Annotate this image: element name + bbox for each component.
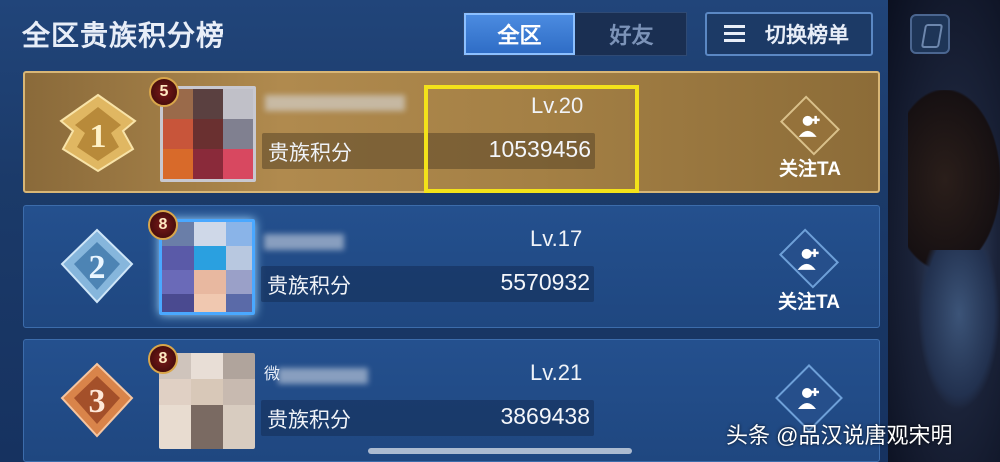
hero-background-art — [888, 0, 1000, 462]
score-label: 贵族积分 — [267, 275, 351, 298]
score-bar: 贵族积分 5570932 — [261, 266, 594, 302]
watermark-text: 头条 @品汉说唐观宋明 — [726, 423, 953, 448]
leaderboard-row-2[interactable]: 2 8 Lv.17 贵族积分 5570932 关注TA — [23, 205, 880, 328]
rank-3-icon: 3 — [52, 358, 142, 442]
follow-label: 关注TA — [778, 292, 840, 313]
player-name: 微 — [264, 366, 281, 383]
tab-friends[interactable]: 好友 — [576, 13, 687, 55]
scope-tabs: 全区 好友 — [463, 12, 687, 56]
rank-1-icon: 1 — [53, 91, 143, 175]
leaderboard-screen: 全区贵族积分榜 全区 好友 切换榜单 1 5 Lv.20 贵族积分 105394… — [0, 0, 1000, 462]
card-icon-button[interactable] — [910, 14, 950, 54]
vip-level-badge: 5 — [149, 77, 179, 107]
switch-list-button[interactable]: 切换榜单 — [705, 12, 873, 56]
rank-number: 3 — [89, 383, 106, 420]
player-level: Lv.21 — [530, 360, 583, 385]
add-user-icon — [799, 115, 820, 137]
highlight-annotation-box — [424, 85, 639, 193]
score-bar: 贵族积分 3869438 — [261, 400, 594, 436]
rank-number: 1 — [90, 118, 107, 155]
follow-button[interactable]: 关注TA — [769, 228, 849, 314]
rank-number: 2 — [89, 249, 106, 286]
rank-2-icon: 2 — [52, 224, 142, 308]
follow-label: 关注TA — [779, 159, 841, 180]
hero-hair — [908, 90, 1000, 270]
score-value: 3869438 — [500, 403, 590, 429]
vip-level-badge: 8 — [148, 344, 178, 374]
home-indicator[interactable] — [368, 448, 632, 454]
player-name — [264, 234, 344, 250]
player-level: Lv.17 — [530, 226, 583, 251]
list-icon — [724, 25, 745, 43]
player-name — [265, 95, 405, 111]
score-label: 贵族积分 — [268, 142, 352, 165]
score-label: 贵族积分 — [267, 409, 351, 432]
vip-level-badge: 8 — [148, 210, 178, 240]
score-value: 5570932 — [500, 269, 590, 295]
tab-all-region[interactable]: 全区 — [464, 13, 575, 55]
add-user-icon — [798, 248, 819, 270]
page-title: 全区贵族积分榜 — [22, 20, 226, 51]
follow-button[interactable]: 关注TA — [770, 95, 850, 181]
hero-cloak — [918, 250, 1000, 410]
switch-list-label: 切换榜单 — [765, 24, 849, 47]
add-user-icon — [798, 388, 819, 409]
